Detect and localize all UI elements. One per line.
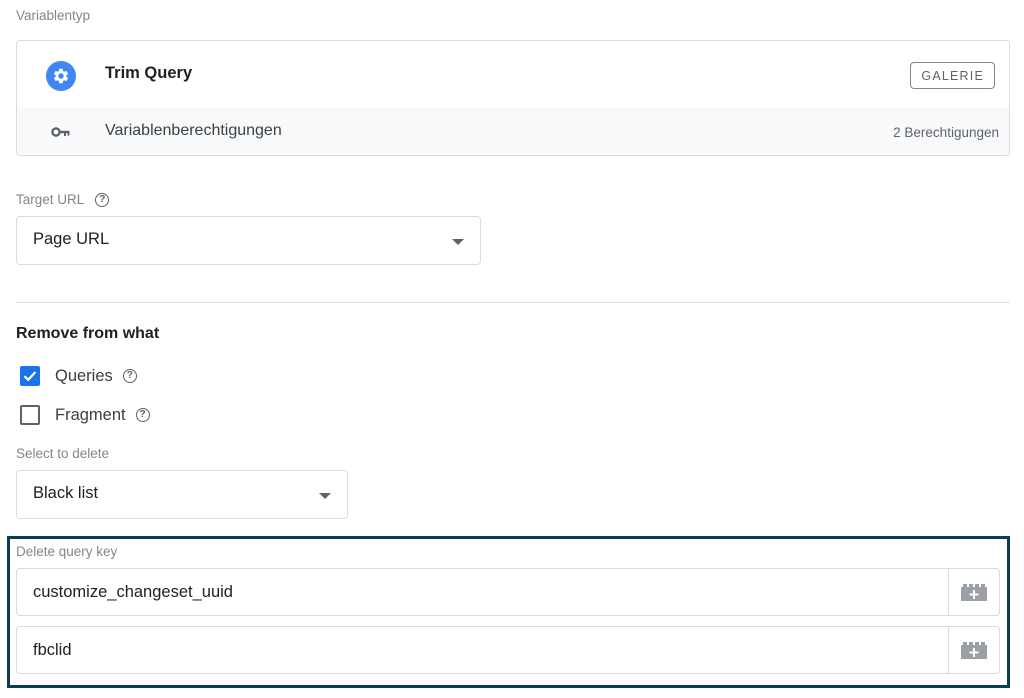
select-to-delete-dropdown[interactable]: Black list bbox=[16, 470, 348, 519]
queries-label: Queries bbox=[55, 366, 113, 385]
variable-type-label: Variablentyp bbox=[16, 8, 91, 23]
variable-picker-icon bbox=[961, 642, 987, 659]
query-key-row bbox=[16, 626, 1000, 674]
target-url-label-row: Target URL ? bbox=[16, 192, 110, 207]
template-name: Trim Query bbox=[105, 64, 193, 82]
section-divider bbox=[16, 302, 1010, 303]
permissions-count: 2 Berechtigungen bbox=[893, 125, 999, 140]
dropdown-arrow-icon bbox=[319, 493, 331, 499]
select-to-delete-value: Black list bbox=[33, 484, 99, 502]
variable-type-card[interactable]: Trim Query GALERIE Variablenberechtigung… bbox=[16, 40, 1010, 156]
variable-picker-button[interactable] bbox=[948, 569, 999, 615]
gallery-button[interactable]: GALERIE bbox=[910, 62, 995, 89]
dropdown-arrow-icon bbox=[452, 239, 464, 245]
permissions-label: Variablenberechtigungen bbox=[105, 122, 282, 139]
select-to-delete-label: Select to delete bbox=[16, 446, 110, 461]
variable-picker-icon bbox=[961, 584, 987, 601]
template-row[interactable]: Trim Query GALERIE bbox=[17, 41, 1009, 109]
gear-icon bbox=[46, 61, 76, 91]
fragment-label: Fragment bbox=[55, 405, 126, 424]
target-url-label: Target URL bbox=[16, 192, 85, 207]
help-icon[interactable]: ? bbox=[122, 369, 137, 383]
checkmark-icon bbox=[23, 371, 37, 382]
delete-query-key-label: Delete query key bbox=[16, 544, 118, 559]
fragment-checkbox-row[interactable]: Fragment ? bbox=[20, 405, 150, 425]
remove-from-title: Remove from what bbox=[16, 325, 160, 342]
query-key-input[interactable] bbox=[17, 627, 949, 673]
query-key-input[interactable] bbox=[17, 569, 949, 615]
key-icon bbox=[51, 125, 71, 144]
query-key-row bbox=[16, 568, 1000, 616]
target-url-value: Page URL bbox=[33, 230, 110, 248]
target-url-select[interactable]: Page URL bbox=[16, 216, 481, 265]
fragment-checkbox[interactable] bbox=[20, 405, 40, 425]
queries-checkbox-row[interactable]: Queries ? bbox=[20, 366, 137, 386]
permissions-row[interactable]: Variablenberechtigungen 2 Berechtigungen bbox=[17, 108, 1009, 155]
queries-checkbox[interactable] bbox=[20, 366, 40, 386]
help-icon[interactable]: ? bbox=[95, 192, 110, 207]
help-icon[interactable]: ? bbox=[135, 408, 150, 422]
variable-picker-button[interactable] bbox=[948, 627, 999, 673]
